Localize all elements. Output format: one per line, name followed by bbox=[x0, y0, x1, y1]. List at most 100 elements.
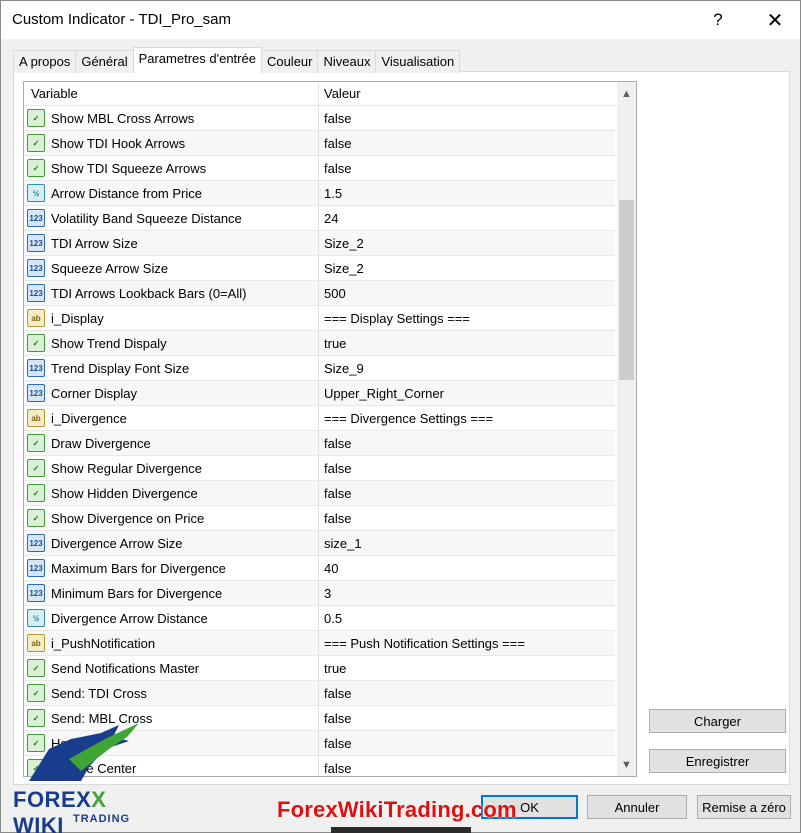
variable-cell[interactable]: 123 Corner Display bbox=[24, 381, 319, 405]
variable-cell[interactable]: 123 Squeeze Arrow Size bbox=[24, 256, 319, 280]
table-row[interactable]: 123 TDI Arrow Size Size_2 bbox=[24, 231, 615, 256]
table-row[interactable]: ✓ Show Regular Divergence false bbox=[24, 456, 615, 481]
save-button[interactable]: Enregistrer bbox=[649, 749, 786, 773]
variable-cell[interactable]: ✓ Show Divergence on Price bbox=[24, 506, 319, 530]
integer-icon: 123 bbox=[27, 359, 45, 377]
scroll-down-icon[interactable]: ▼ bbox=[617, 755, 636, 774]
value-cell[interactable]: false bbox=[319, 456, 615, 480]
value-cell[interactable]: false bbox=[319, 731, 615, 755]
variable-name: Show Divergence on Price bbox=[51, 510, 205, 526]
table-row[interactable]: ✓ Draw Divergence false bbox=[24, 431, 615, 456]
table-row[interactable]: ✓ Show MBL Cross Arrows false bbox=[24, 106, 615, 131]
table-row[interactable]: ✓ Show Divergence on Price false bbox=[24, 506, 615, 531]
table-row[interactable]: ✓ Show TDI Squeeze Arrows false bbox=[24, 156, 615, 181]
table-row[interactable]: ✓ Show Trend Dispaly true bbox=[24, 331, 615, 356]
variable-cell[interactable]: 123 Divergence Arrow Size bbox=[24, 531, 319, 555]
scroll-thumb[interactable] bbox=[619, 200, 634, 380]
value-cell[interactable]: false bbox=[319, 756, 615, 776]
tab-5[interactable]: Visualisation bbox=[375, 50, 461, 73]
table-row[interactable]: ab i_Display === Display Settings === bbox=[24, 306, 615, 331]
table-row[interactable]: ✓ Show TDI Hook Arrows false bbox=[24, 131, 615, 156]
value-cell[interactable]: false bbox=[319, 506, 615, 530]
table-row[interactable]: 123 Minimum Bars for Divergence 3 bbox=[24, 581, 615, 606]
reset-button[interactable]: Remise a zéro bbox=[697, 795, 791, 819]
cancel-button[interactable]: Annuler bbox=[587, 795, 687, 819]
value-cell[interactable]: Size_9 bbox=[319, 356, 615, 380]
table-row[interactable]: ab i_Divergence === Divergence Settings ==… bbox=[24, 406, 615, 431]
variable-cell[interactable]: 123 Volatility Band Squeeze Distance bbox=[24, 206, 319, 230]
value-cell[interactable]: 3 bbox=[319, 581, 615, 605]
table-row[interactable]: 123 Divergence Arrow Size size_1 bbox=[24, 531, 615, 556]
integer-icon: 123 bbox=[27, 384, 45, 402]
value-cell[interactable]: Upper_Right_Corner bbox=[319, 381, 615, 405]
value-cell[interactable]: false bbox=[319, 681, 615, 705]
variable-cell[interactable]: ✓ Show Trend Dispaly bbox=[24, 331, 319, 355]
variable-cell[interactable]: 123 TDI Arrows Lookback Bars (0=All) bbox=[24, 281, 319, 305]
variable-cell[interactable]: ✓ Show TDI Squeeze Arrows bbox=[24, 156, 319, 180]
variable-cell[interactable]: ✓ Show TDI Hook Arrows bbox=[24, 131, 319, 155]
vertical-scrollbar[interactable]: ▲ ▼ bbox=[617, 82, 636, 776]
table-row[interactable]: 123 TDI Arrows Lookback Bars (0=All) 500 bbox=[24, 281, 615, 306]
table-row[interactable]: 123 Volatility Band Squeeze Distance 24 bbox=[24, 206, 615, 231]
tab-2[interactable]: Parametres d'entrée bbox=[132, 47, 262, 73]
help-button[interactable]: ? bbox=[695, 1, 741, 39]
tab-1[interactable]: Général bbox=[75, 50, 134, 73]
close-button[interactable]: ✕ bbox=[752, 1, 798, 39]
variable-cell[interactable]: ✓ Send: TDI Cross bbox=[24, 681, 319, 705]
table-row[interactable]: 123 Corner Display Upper_Right_Corner bbox=[24, 381, 615, 406]
value-cell[interactable]: 1.5 bbox=[319, 181, 615, 205]
variable-name: Minimum Bars for Divergence bbox=[51, 585, 223, 601]
variable-cell[interactable]: ab i_Divergence bbox=[24, 406, 319, 430]
variable-name: i_Divergence bbox=[51, 410, 127, 426]
value-cell[interactable]: false bbox=[319, 131, 615, 155]
value-cell[interactable]: Size_2 bbox=[319, 256, 615, 280]
table-row[interactable]: ab i_PushNotification === Push Notificatio… bbox=[24, 631, 615, 656]
tab-0[interactable]: A propos bbox=[13, 50, 77, 73]
variable-cell[interactable]: 123 TDI Arrow Size bbox=[24, 231, 319, 255]
value-cell[interactable]: false bbox=[319, 106, 615, 130]
variable-cell[interactable]: ab i_PushNotification bbox=[24, 631, 319, 655]
value-cell[interactable]: === Display Settings === bbox=[319, 306, 615, 330]
column-header-value[interactable]: Valeur bbox=[319, 82, 615, 105]
table-row[interactable]: ✓ Send: TDI Cross false bbox=[24, 681, 615, 706]
table-row[interactable]: ½ Arrow Distance from Price 1.5 bbox=[24, 181, 615, 206]
double-icon: ½ bbox=[27, 184, 45, 202]
value-cell[interactable]: false bbox=[319, 431, 615, 455]
variable-cell[interactable]: ✓ Show Regular Divergence bbox=[24, 456, 319, 480]
table-row[interactable]: ✓ Send Notifications Master true bbox=[24, 656, 615, 681]
value-cell[interactable]: 40 bbox=[319, 556, 615, 580]
value-cell[interactable]: === Divergence Settings === bbox=[319, 406, 615, 430]
value-cell[interactable]: === Push Notification Settings === bbox=[319, 631, 615, 655]
variable-cell[interactable]: 123 Trend Display Font Size bbox=[24, 356, 319, 380]
value-cell[interactable]: false bbox=[319, 481, 615, 505]
scroll-up-icon[interactable]: ▲ bbox=[617, 84, 636, 103]
variable-cell[interactable]: ½ Arrow Distance from Price bbox=[24, 181, 319, 205]
variable-cell[interactable]: ✓ Draw Divergence bbox=[24, 431, 319, 455]
value-cell[interactable]: false bbox=[319, 706, 615, 730]
value-cell[interactable]: true bbox=[319, 656, 615, 680]
variable-cell[interactable]: ½ Divergence Arrow Distance bbox=[24, 606, 319, 630]
table-row[interactable]: 123 Squeeze Arrow Size Size_2 bbox=[24, 256, 615, 281]
value-cell[interactable]: Size_2 bbox=[319, 231, 615, 255]
table-row[interactable]: ½ Divergence Arrow Distance 0.5 bbox=[24, 606, 615, 631]
table-row[interactable]: ✓ Show Hidden Divergence false bbox=[24, 481, 615, 506]
table-row[interactable]: 123 Maximum Bars for Divergence 40 bbox=[24, 556, 615, 581]
variable-cell[interactable]: 123 Minimum Bars for Divergence bbox=[24, 581, 319, 605]
tab-3[interactable]: Couleur bbox=[260, 50, 319, 73]
variable-cell[interactable]: ab i_Display bbox=[24, 306, 319, 330]
value-cell[interactable]: 0.5 bbox=[319, 606, 615, 630]
value-cell[interactable]: 24 bbox=[319, 206, 615, 230]
variable-name: Show Regular Divergence bbox=[51, 460, 203, 476]
value-cell[interactable]: false bbox=[319, 156, 615, 180]
column-header-variable[interactable]: Variable bbox=[24, 82, 319, 105]
load-button[interactable]: Charger bbox=[649, 709, 786, 733]
value-cell[interactable]: size_1 bbox=[319, 531, 615, 555]
tab-4[interactable]: Niveaux bbox=[317, 50, 377, 73]
variable-cell[interactable]: ✓ Send Notifications Master bbox=[24, 656, 319, 680]
variable-cell[interactable]: ✓ Show Hidden Divergence bbox=[24, 481, 319, 505]
variable-cell[interactable]: 123 Maximum Bars for Divergence bbox=[24, 556, 319, 580]
table-row[interactable]: 123 Trend Display Font Size Size_9 bbox=[24, 356, 615, 381]
value-cell[interactable]: true bbox=[319, 331, 615, 355]
value-cell[interactable]: 500 bbox=[319, 281, 615, 305]
variable-cell[interactable]: ✓ Show MBL Cross Arrows bbox=[24, 106, 319, 130]
